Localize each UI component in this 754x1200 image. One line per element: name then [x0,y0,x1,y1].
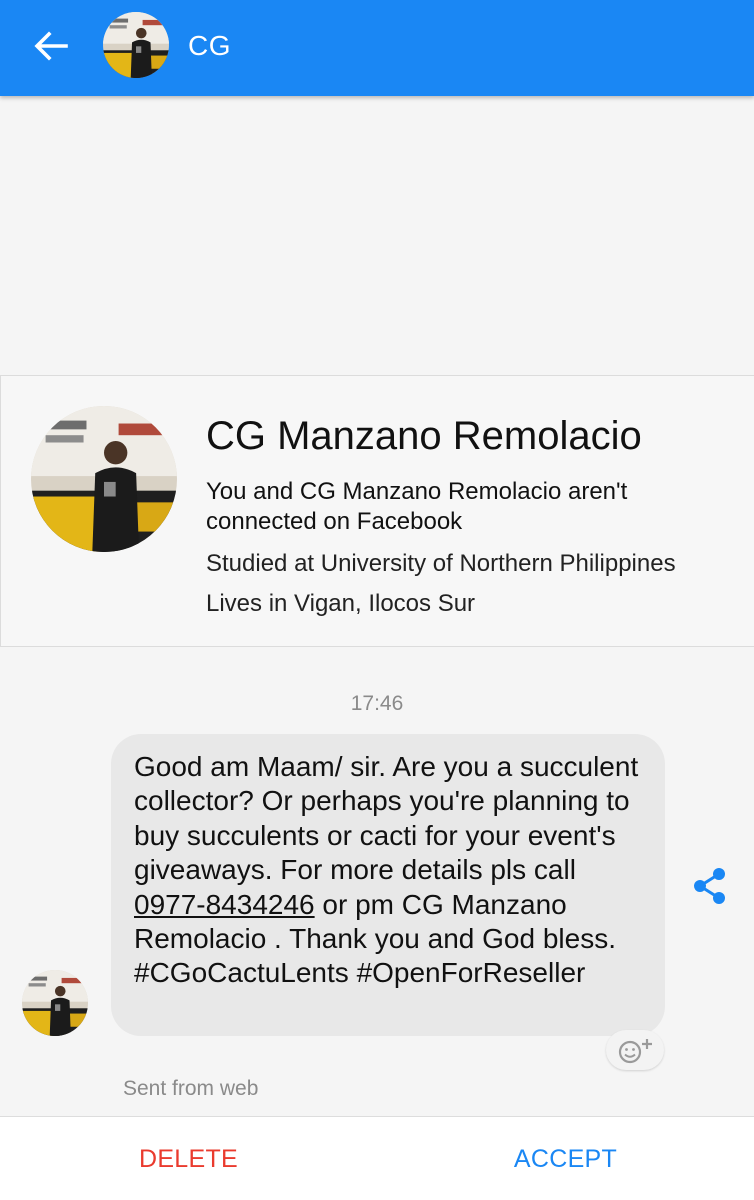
sent-from-label: Sent from web [123,1077,259,1100]
request-action-bar: DELETE ACCEPT [0,1116,754,1200]
sender-avatar[interactable] [22,970,88,1036]
message-timestamp: 17:46 [350,692,404,715]
delete-button[interactable]: DELETE [0,1117,377,1200]
share-button[interactable] [690,866,730,906]
phone-link[interactable]: 0977-8434246 [134,889,315,920]
header-title[interactable]: CG [188,30,231,62]
header-avatar[interactable] [103,12,169,78]
message-bubble[interactable]: Good am Maam/ sir. Are you a succulent c… [111,734,665,1036]
share-icon [694,868,725,904]
add-reaction-button[interactable] [606,1030,664,1070]
profile-name: CG Manzano Remolacio [206,414,642,458]
profile-avatar[interactable] [31,406,177,552]
message-text-start: Good am Maam/ sir. Are you a succulent c… [134,751,639,886]
arrow-left-icon [34,31,68,61]
profile-education: Studied at University of Northern Philip… [206,550,676,577]
add-reaction-icon [618,1039,652,1064]
profile-location: Lives in Vigan, Ilocos Sur [206,590,476,617]
accept-button[interactable]: ACCEPT [377,1117,754,1200]
top-app-bar: CG [0,0,754,96]
connection-status: You and CG Manzano Remolacio aren't conn… [206,478,628,535]
profile-card: CG Manzano Remolacio You and CG Manzano … [0,375,754,647]
back-button[interactable] [26,24,76,68]
